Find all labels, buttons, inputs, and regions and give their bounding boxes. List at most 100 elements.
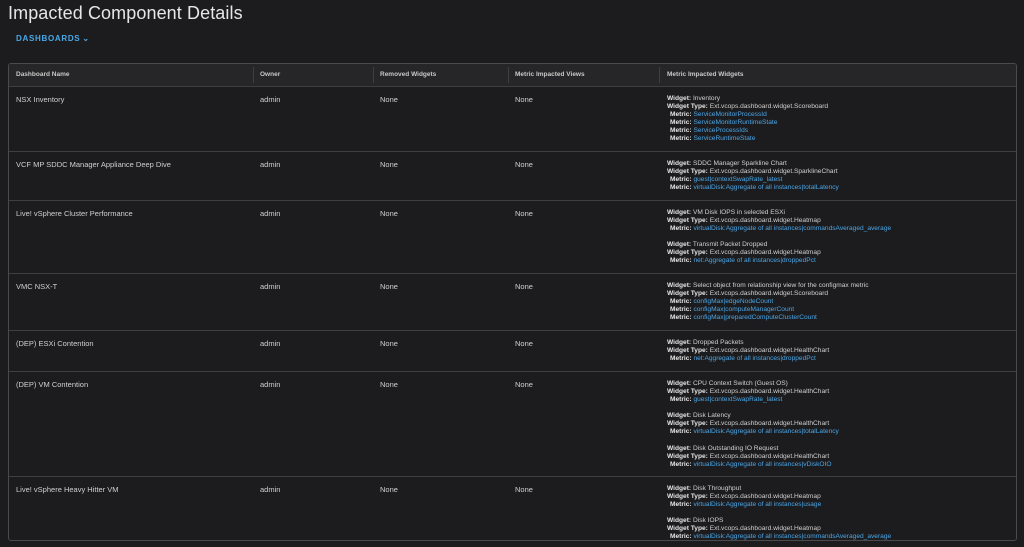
metric-impacted-views-cell: None — [515, 380, 533, 389]
removed-widgets-cell: None — [380, 380, 398, 389]
metric-link[interactable]: ServiceMonitorProcessId — [693, 111, 766, 118]
metric-line-label: Metric: — [670, 460, 692, 468]
metric-link[interactable]: virtualDisk:Aggregate of all instances|u… — [693, 501, 821, 508]
column-divider[interactable] — [253, 67, 254, 83]
dashboard-name-cell: VMC NSX-T — [16, 282, 58, 291]
metric-link[interactable]: configMax|computeManagerCount — [693, 306, 794, 313]
metric-link[interactable]: guest|contextSwapRate_latest — [693, 176, 782, 183]
table-row[interactable]: (DEP) VM Contention admin None None Widget: … — [9, 372, 1016, 477]
metric-link[interactable]: virtualDisk:Aggregate of all instances|c… — [693, 225, 891, 232]
metric-line: Metric: virtualDisk:Aggregate of all ins… — [667, 533, 891, 540]
metric-link[interactable]: virtualDisk:Aggregate of all instances|t… — [693, 428, 838, 435]
widget-group: Widget: Disk Throughput Widget Type: Ext.… — [667, 485, 891, 509]
widget-group: Widget: VM Disk IOPS in selected ESXi Wid… — [667, 209, 891, 233]
metric-link[interactable]: guest|contextSwapRate_latest — [693, 396, 782, 403]
widget-name: Widget: VM Disk IOPS in selected ESXi — [667, 209, 891, 217]
metric-link[interactable]: configMax|preparedComputeClusterCount — [693, 314, 816, 321]
widget-type-label: Widget Type: — [667, 420, 708, 428]
column-header-metric-impacted-views[interactable]: Metric Impacted Views — [515, 71, 585, 78]
widget-name-label: Widget: — [667, 444, 692, 452]
widget-type: Widget Type: Ext.vcops.dashboard.widget.… — [667, 453, 839, 461]
metric-link[interactable]: net:Aggregate of all instances|droppedPc… — [693, 257, 815, 264]
widget-name-value: SDDC Manager Sparkline Chart — [692, 160, 787, 167]
column-divider[interactable] — [659, 67, 660, 83]
column-divider[interactable] — [508, 67, 509, 83]
metric-impacted-widgets-cell: Widget: SDDC Manager Sparkline Chart Widg… — [667, 160, 839, 200]
table-row[interactable]: Live! vSphere Cluster Performance admin No… — [9, 201, 1016, 274]
table-row[interactable]: NSX Inventory admin None None Widget: Invent… — [9, 87, 1016, 152]
dashboard-name-cell: Live! vSphere Cluster Performance — [16, 209, 133, 218]
metric-line: Metric: configMax|computeManagerCount — [667, 306, 869, 314]
metric-line-label: Metric: — [670, 111, 692, 119]
widget-type-label: Widget Type: — [667, 347, 708, 355]
widget-name-label: Widget: — [667, 95, 692, 102]
column-header-metric-impacted-widgets[interactable]: Metric Impacted Widgets — [667, 71, 744, 78]
dashboards-label[interactable]: DASHBOARDS — [16, 34, 80, 43]
metric-line: Metric: ServiceMonitorProcessId — [667, 111, 828, 119]
metric-link[interactable]: virtualDisk:Aggregate of all instances|v… — [693, 461, 831, 468]
widget-type-value: Ext.vcops.dashboard.widget.Heatmap — [709, 249, 821, 257]
column-header-owner[interactable]: Owner — [260, 71, 280, 78]
widget-type-label: Widget Type: — [667, 249, 708, 257]
widget-name-label: Widget: — [667, 339, 692, 346]
metric-link[interactable]: virtualDisk:Aggregate of all instances|t… — [693, 184, 838, 191]
widget-type-value: Ext.vcops.dashboard.widget.Heatmap — [709, 525, 821, 533]
widget-group: Widget: Transmit Packet Dropped Widget Ty… — [667, 241, 891, 265]
widget-name: Widget: Inventory — [667, 95, 828, 103]
table-row[interactable]: VCF MP SDDC Manager Appliance Deep Dive a… — [9, 152, 1016, 201]
metric-line-label: Metric: — [670, 501, 692, 509]
widget-name-value: Inventory — [692, 95, 721, 102]
widget-type: Widget Type: Ext.vcops.dashboard.widget.… — [667, 103, 828, 111]
widget-name-label: Widget: — [667, 412, 692, 420]
widget-group: Widget: Disk IOPS Widget Type: Ext.vcops.… — [667, 517, 891, 540]
column-divider[interactable] — [373, 67, 374, 83]
widget-name-label: Widget: — [667, 517, 692, 525]
dashboards-dropdown[interactable]: DASHBOARDS ⌄ — [16, 34, 90, 43]
widget-type: Widget Type: Ext.vcops.dashboard.widget.… — [667, 525, 891, 533]
metric-impacted-widgets-cell: Widget: Inventory Widget Type: Ext.vcops.… — [667, 95, 828, 152]
widget-name-label: Widget: — [667, 485, 692, 492]
column-header-dashboard-name[interactable]: Dashboard Name — [16, 71, 69, 78]
metric-line-label: Metric: — [670, 314, 692, 322]
widget-type-value: Ext.vcops.dashboard.widget.Heatmap — [709, 217, 821, 225]
widget-type-value: Ext.vcops.dashboard.widget.HealthChart — [709, 452, 830, 460]
metric-impacted-widgets-cell: Widget: Disk Throughput Widget Type: Ext.… — [667, 485, 891, 540]
widget-group: Widget: Disk Outstanding IO Request Widge… — [667, 445, 839, 469]
dashboard-name-cell: Live! vSphere Heavy Hitter VM — [16, 485, 119, 494]
column-header-removed-widgets[interactable]: Removed Widgets — [380, 71, 436, 78]
widget-name: Widget: Disk IOPS — [667, 517, 891, 525]
metric-line-label: Metric: — [670, 355, 692, 363]
metric-line-label: Metric: — [670, 225, 692, 233]
table-row[interactable]: Live! vSphere Heavy Hitter VM admin None No… — [9, 477, 1016, 540]
table-header: Dashboard Name Owner Removed Widgets Met… — [9, 64, 1016, 87]
metric-link[interactable]: net:Aggregate of all instances|droppedPc… — [693, 355, 815, 362]
widget-type: Widget Type: Ext.vcops.dashboard.widget.… — [667, 493, 891, 501]
metric-line: Metric: virtualDisk:Aggregate of all ins… — [667, 184, 839, 192]
metric-impacted-widgets-cell: Widget: Select object from relationship … — [667, 282, 869, 330]
metric-line-label: Metric: — [670, 127, 692, 135]
owner-cell: admin — [260, 282, 281, 291]
table-body: NSX Inventory admin None None Widget: Invent… — [9, 87, 1016, 540]
metric-line: Metric: virtualDisk:Aggregate of all ins… — [667, 428, 839, 436]
metric-link[interactable]: virtualDisk:Aggregate of all instances|c… — [693, 533, 891, 540]
metric-link[interactable]: ServiceProcessIds — [693, 127, 748, 134]
widget-name: Widget: Disk Outstanding IO Request — [667, 445, 839, 453]
metric-link[interactable]: ServiceMonitorRuntimeState — [693, 119, 777, 126]
widget-name-label: Widget: — [667, 241, 692, 249]
removed-widgets-cell: None — [380, 485, 398, 494]
metric-link[interactable]: configMax|edgeNodeCount — [693, 298, 773, 305]
removed-widgets-cell: None — [380, 160, 398, 169]
widget-type: Widget Type: Ext.vcops.dashboard.widget.… — [667, 388, 839, 396]
metric-line-label: Metric: — [670, 428, 692, 436]
metric-link[interactable]: ServiceRuntimeState — [693, 135, 755, 142]
metric-impacted-views-cell: None — [515, 95, 533, 104]
removed-widgets-cell: None — [380, 339, 398, 348]
widget-name: Widget: Disk Throughput — [667, 485, 891, 493]
metric-line: Metric: guest|contextSwapRate_latest — [667, 396, 839, 404]
metric-line-label: Metric: — [670, 184, 692, 192]
owner-cell: admin — [260, 160, 281, 169]
widget-group: Widget: Disk Latency Widget Type: Ext.vco… — [667, 412, 839, 436]
table-row[interactable]: VMC NSX-T admin None None Widget: Select obj… — [9, 274, 1016, 331]
metric-line-label: Metric: — [670, 257, 692, 265]
table-row[interactable]: (DEP) ESXi Contention admin None None Widget… — [9, 331, 1016, 372]
